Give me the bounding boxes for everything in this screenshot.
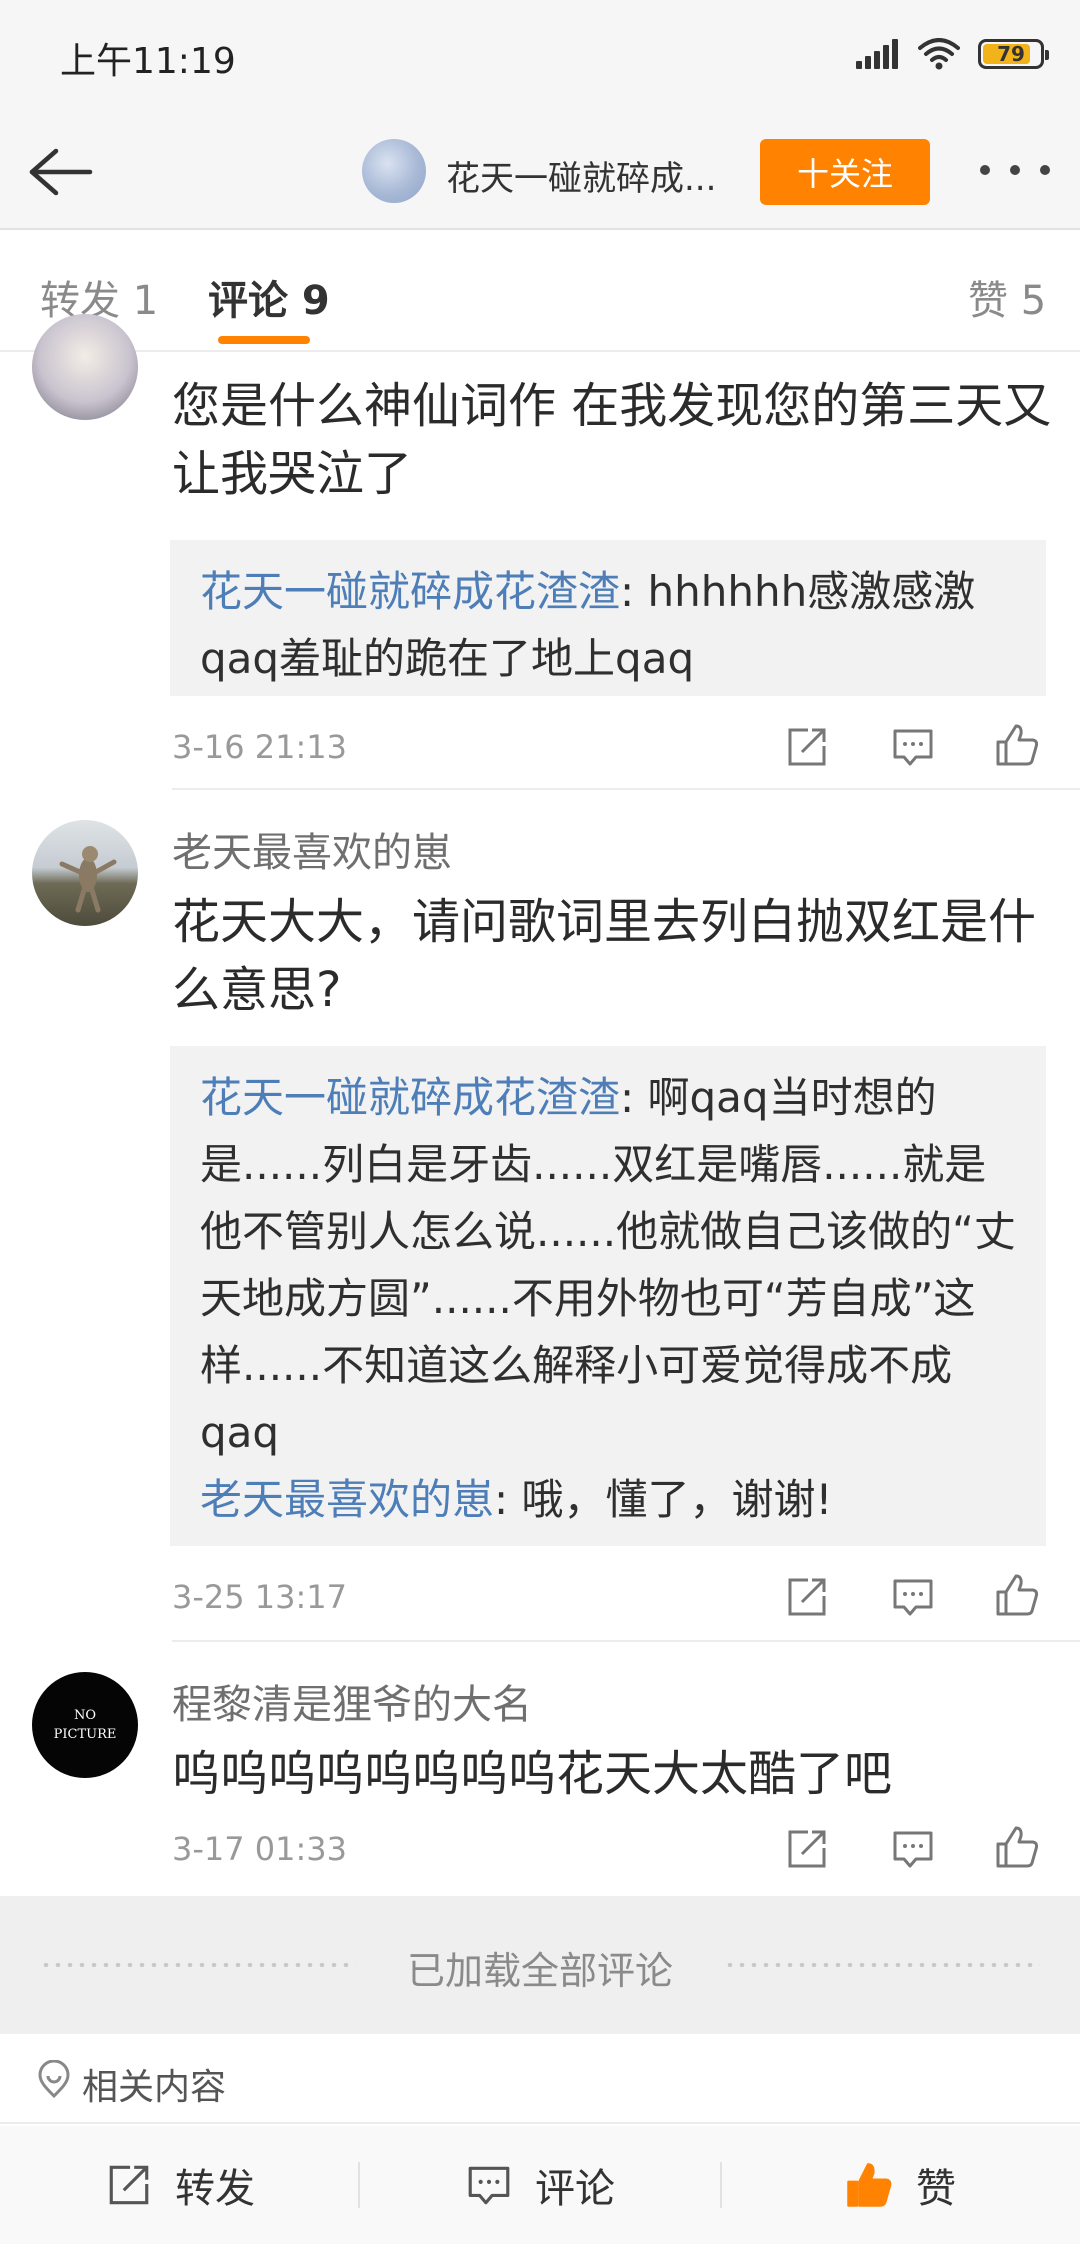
commenter-name[interactable]: 程黎清是狸爷的大名	[172, 1672, 532, 1730]
comment-item: 您是什么神仙词作 在我发现您的第三天又让我哭泣了 花天一碰就碎成花渣渣: hhh…	[0, 314, 1080, 790]
bottom-action-bar: 转发 评论 赞	[0, 2126, 1080, 2244]
repost-icon[interactable]	[784, 724, 830, 770]
dotted-divider	[724, 1963, 1040, 1967]
loaded-text: 已加载全部评论	[406, 1949, 673, 1993]
like-icon[interactable]	[994, 1824, 1040, 1870]
like-button[interactable]: 赞	[720, 2126, 1080, 2244]
comment-item: NO PICTURE 程黎清是狸爷的大名 呜呜呜呜呜呜呜呜花天大太酷了吧 3-1…	[0, 1642, 1080, 1896]
all-comments-loaded: 已加载全部评论	[0, 1896, 1080, 2034]
reply-text: : 啊qaq当时想的是......列白是牙齿......双红是嘴唇......就…	[200, 1073, 1016, 1457]
reply-box[interactable]: 花天一碰就碎成花渣渣: hhhhhh感激感激qaq羞耻的跪在了地上qaq	[170, 540, 1046, 696]
signal-icon	[856, 39, 900, 69]
comment-icon[interactable]	[890, 724, 936, 770]
comment-icon[interactable]	[890, 1826, 936, 1872]
location-pin-icon	[38, 2060, 70, 2099]
comment-time: 3-17 01:33	[172, 1830, 348, 1868]
comment-button[interactable]: 评论	[360, 2126, 720, 2244]
like-label: 赞	[916, 2166, 956, 2212]
commenter-avatar[interactable]	[32, 820, 138, 926]
commenter-avatar[interactable]: NO PICTURE	[32, 1672, 138, 1778]
repost-icon[interactable]	[784, 1574, 830, 1620]
comment-icon[interactable]	[890, 1574, 936, 1620]
tab-bar: 转发 1 评论 9 赞 5	[0, 232, 1080, 352]
like-icon[interactable]	[994, 1572, 1040, 1618]
reply-author[interactable]: 花天一碰就碎成花渣渣	[200, 1073, 620, 1122]
comment-time: 3-25 13:17	[172, 1578, 348, 1616]
related-label: 相关内容	[82, 2067, 227, 2108]
back-arrow-icon[interactable]	[22, 141, 96, 203]
author-avatar[interactable]	[362, 139, 426, 203]
commenter-avatar[interactable]	[32, 314, 138, 420]
like-icon	[847, 2163, 892, 2207]
like-icon[interactable]	[994, 722, 1040, 768]
comment-text: 呜呜呜呜呜呜呜呜花天大太酷了吧	[172, 1746, 893, 1802]
wifi-icon	[918, 38, 960, 70]
reply-author[interactable]: 老天最喜欢的崽	[200, 1475, 494, 1524]
follow-button[interactable]: 十关注	[760, 139, 930, 205]
status-time: 上午11:19	[60, 41, 236, 82]
battery-icon: 79	[978, 39, 1049, 69]
reply-box[interactable]: 花天一碰就碎成花渣渣: 啊qaq当时想的是......列白是牙齿......双红…	[170, 1046, 1046, 1546]
avatar-text: PICTURE	[53, 1727, 117, 1742]
status-bar: 上午11:19 79	[0, 0, 1080, 115]
repost-button[interactable]: 转发	[0, 2126, 360, 2244]
comment-label: 评论	[535, 2166, 615, 2212]
nav-bar: 花天一碰就碎成... 十关注	[0, 115, 1080, 230]
commenter-name[interactable]: 老天最喜欢的崽	[172, 820, 452, 878]
comment-icon	[468, 2166, 510, 2205]
reply-text: : 哦，懂了，谢谢!	[494, 1475, 833, 1524]
more-options-icon[interactable]	[980, 155, 1050, 185]
tab-comments[interactable]: 评论 9	[208, 268, 330, 326]
status-icons: 79	[856, 36, 1049, 72]
battery-text: 79	[997, 42, 1025, 66]
avatar-text: NO	[73, 1708, 97, 1723]
active-tab-indicator	[218, 336, 310, 344]
repost-icon	[109, 2165, 149, 2205]
repost-icon[interactable]	[784, 1826, 830, 1872]
comment-item: 老天最喜欢的崽 花天大大，请问歌词里去列白抛双红是什么意思? 花天一碰就碎成花渣…	[0, 790, 1080, 1642]
author-name[interactable]: 花天一碰就碎成...	[446, 151, 716, 200]
comment-text: 您是什么神仙词作 在我发现您的第三天又让我哭泣了	[172, 378, 1052, 502]
tab-likes[interactable]: 赞 5	[968, 268, 1046, 326]
comment-time: 3-16 21:13	[172, 728, 348, 766]
repost-label: 转发	[175, 2166, 255, 2212]
reply-author[interactable]: 花天一碰就碎成花渣渣	[200, 567, 620, 616]
related-content[interactable]: 相关内容	[0, 2034, 1080, 2124]
comment-text: 花天大大，请问歌词里去列白抛双红是什么意思?	[172, 894, 1037, 1018]
